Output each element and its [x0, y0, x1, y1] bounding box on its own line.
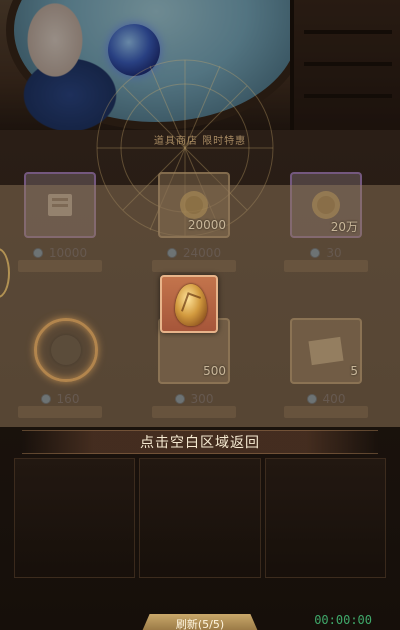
character-scene — [0, 0, 400, 130]
empty-slot-grid — [14, 458, 386, 578]
empty-slot — [264, 458, 386, 578]
refresh-timer: 00:00:00 — [314, 613, 372, 627]
golden-egg-icon — [175, 284, 207, 326]
scene-dim-overlay — [0, 0, 400, 130]
tap-blank-to-return-hint: 点击空白区域返回 — [22, 430, 378, 454]
empty-slot — [139, 458, 261, 578]
empty-slot — [14, 458, 136, 578]
focused-item-golden-egg[interactable] — [160, 275, 218, 333]
refresh-button[interactable]: 刷新(5/5) — [140, 614, 260, 630]
board-title: 道具商店 限时特惠 — [153, 136, 247, 147]
